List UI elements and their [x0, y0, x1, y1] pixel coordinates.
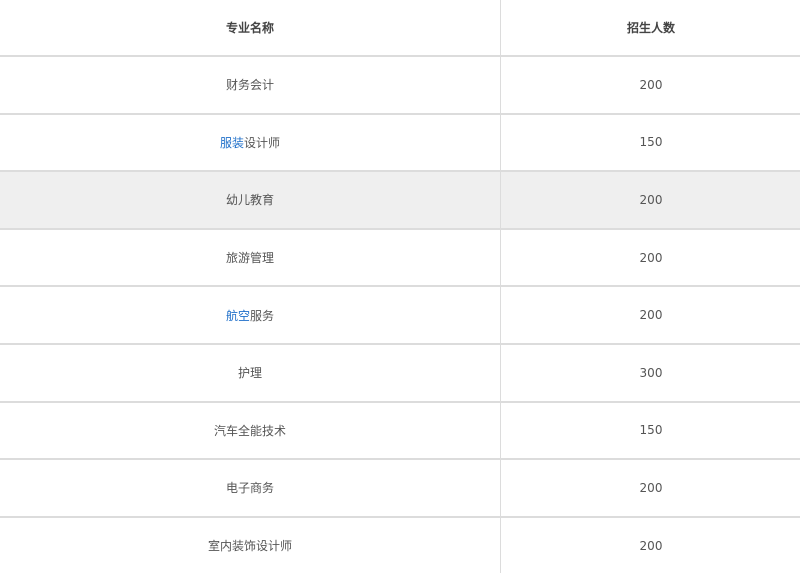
major-name-text: 室内装饰设计师 — [207, 539, 292, 554]
major-name-cell: 电子商务 — [0, 459, 501, 518]
table-row: 护理 300 — [0, 343, 800, 403]
major-name-link[interactable]: 航空 — [226, 309, 250, 323]
major-name-text: 财务会计 — [225, 78, 274, 93]
column-header-enrollment-count: 招生人数 — [500, 0, 800, 57]
table-row: 财务会计 200 — [0, 56, 800, 115]
major-name-link[interactable]: 服装 — [220, 136, 244, 150]
major-name-text: 旅游管理 — [225, 251, 274, 266]
enrollment-count-cell: 200 — [500, 171, 800, 230]
table-header-row: 专业名称 招生人数 — [0, 0, 800, 57]
table-row: 室内装饰设计师 200 — [0, 516, 800, 573]
major-name-cell: 汽车全能技术 — [0, 401, 501, 461]
table-row: 电子商务 200 — [0, 459, 800, 518]
table-row: 汽车全能技术 150 — [0, 401, 800, 461]
enrollment-table: 专业名称 招生人数 财务会计 200 服装设计师 150 幼儿教育 200 旅游… — [0, 0, 800, 573]
table-row: 服装设计师 150 — [0, 113, 800, 173]
major-name-text: 电子商务 — [225, 481, 274, 496]
enrollment-count-cell: 200 — [500, 459, 800, 518]
table-row: 航空服务 200 — [0, 286, 800, 345]
table-row-highlighted: 幼儿教育 200 — [0, 171, 800, 230]
enrollment-count-cell: 300 — [500, 343, 800, 403]
enrollment-count-cell: 200 — [639, 538, 663, 553]
table-row: 旅游管理 200 — [0, 228, 800, 288]
major-name-cell: 护理 — [0, 343, 501, 403]
major-name-text: 服务 — [250, 308, 275, 323]
enrollment-count-cell: 150 — [500, 401, 800, 461]
enrollment-count-cell: 150 — [500, 113, 800, 173]
major-name-text: 护理 — [237, 366, 262, 381]
major-name-cell: 航空服务 — [0, 286, 501, 345]
major-name-cell: 室内装饰设计师 — [0, 516, 501, 573]
major-name-text: 设计师 — [244, 135, 281, 150]
enrollment-count-cell: 200 — [500, 286, 800, 345]
major-name-text: 幼儿教育 — [225, 193, 274, 208]
column-header-major-name: 专业名称 — [0, 0, 501, 57]
major-name-text: 汽车全能技术 — [213, 423, 286, 438]
major-name-cell: 幼儿教育 — [0, 171, 501, 230]
enrollment-count-cell: 200 — [500, 56, 800, 115]
major-name-cell: 旅游管理 — [0, 228, 501, 288]
major-name-cell: 财务会计 — [0, 56, 501, 115]
enrollment-count-cell: 200 — [500, 228, 800, 288]
major-name-cell: 服装设计师 — [0, 113, 501, 173]
